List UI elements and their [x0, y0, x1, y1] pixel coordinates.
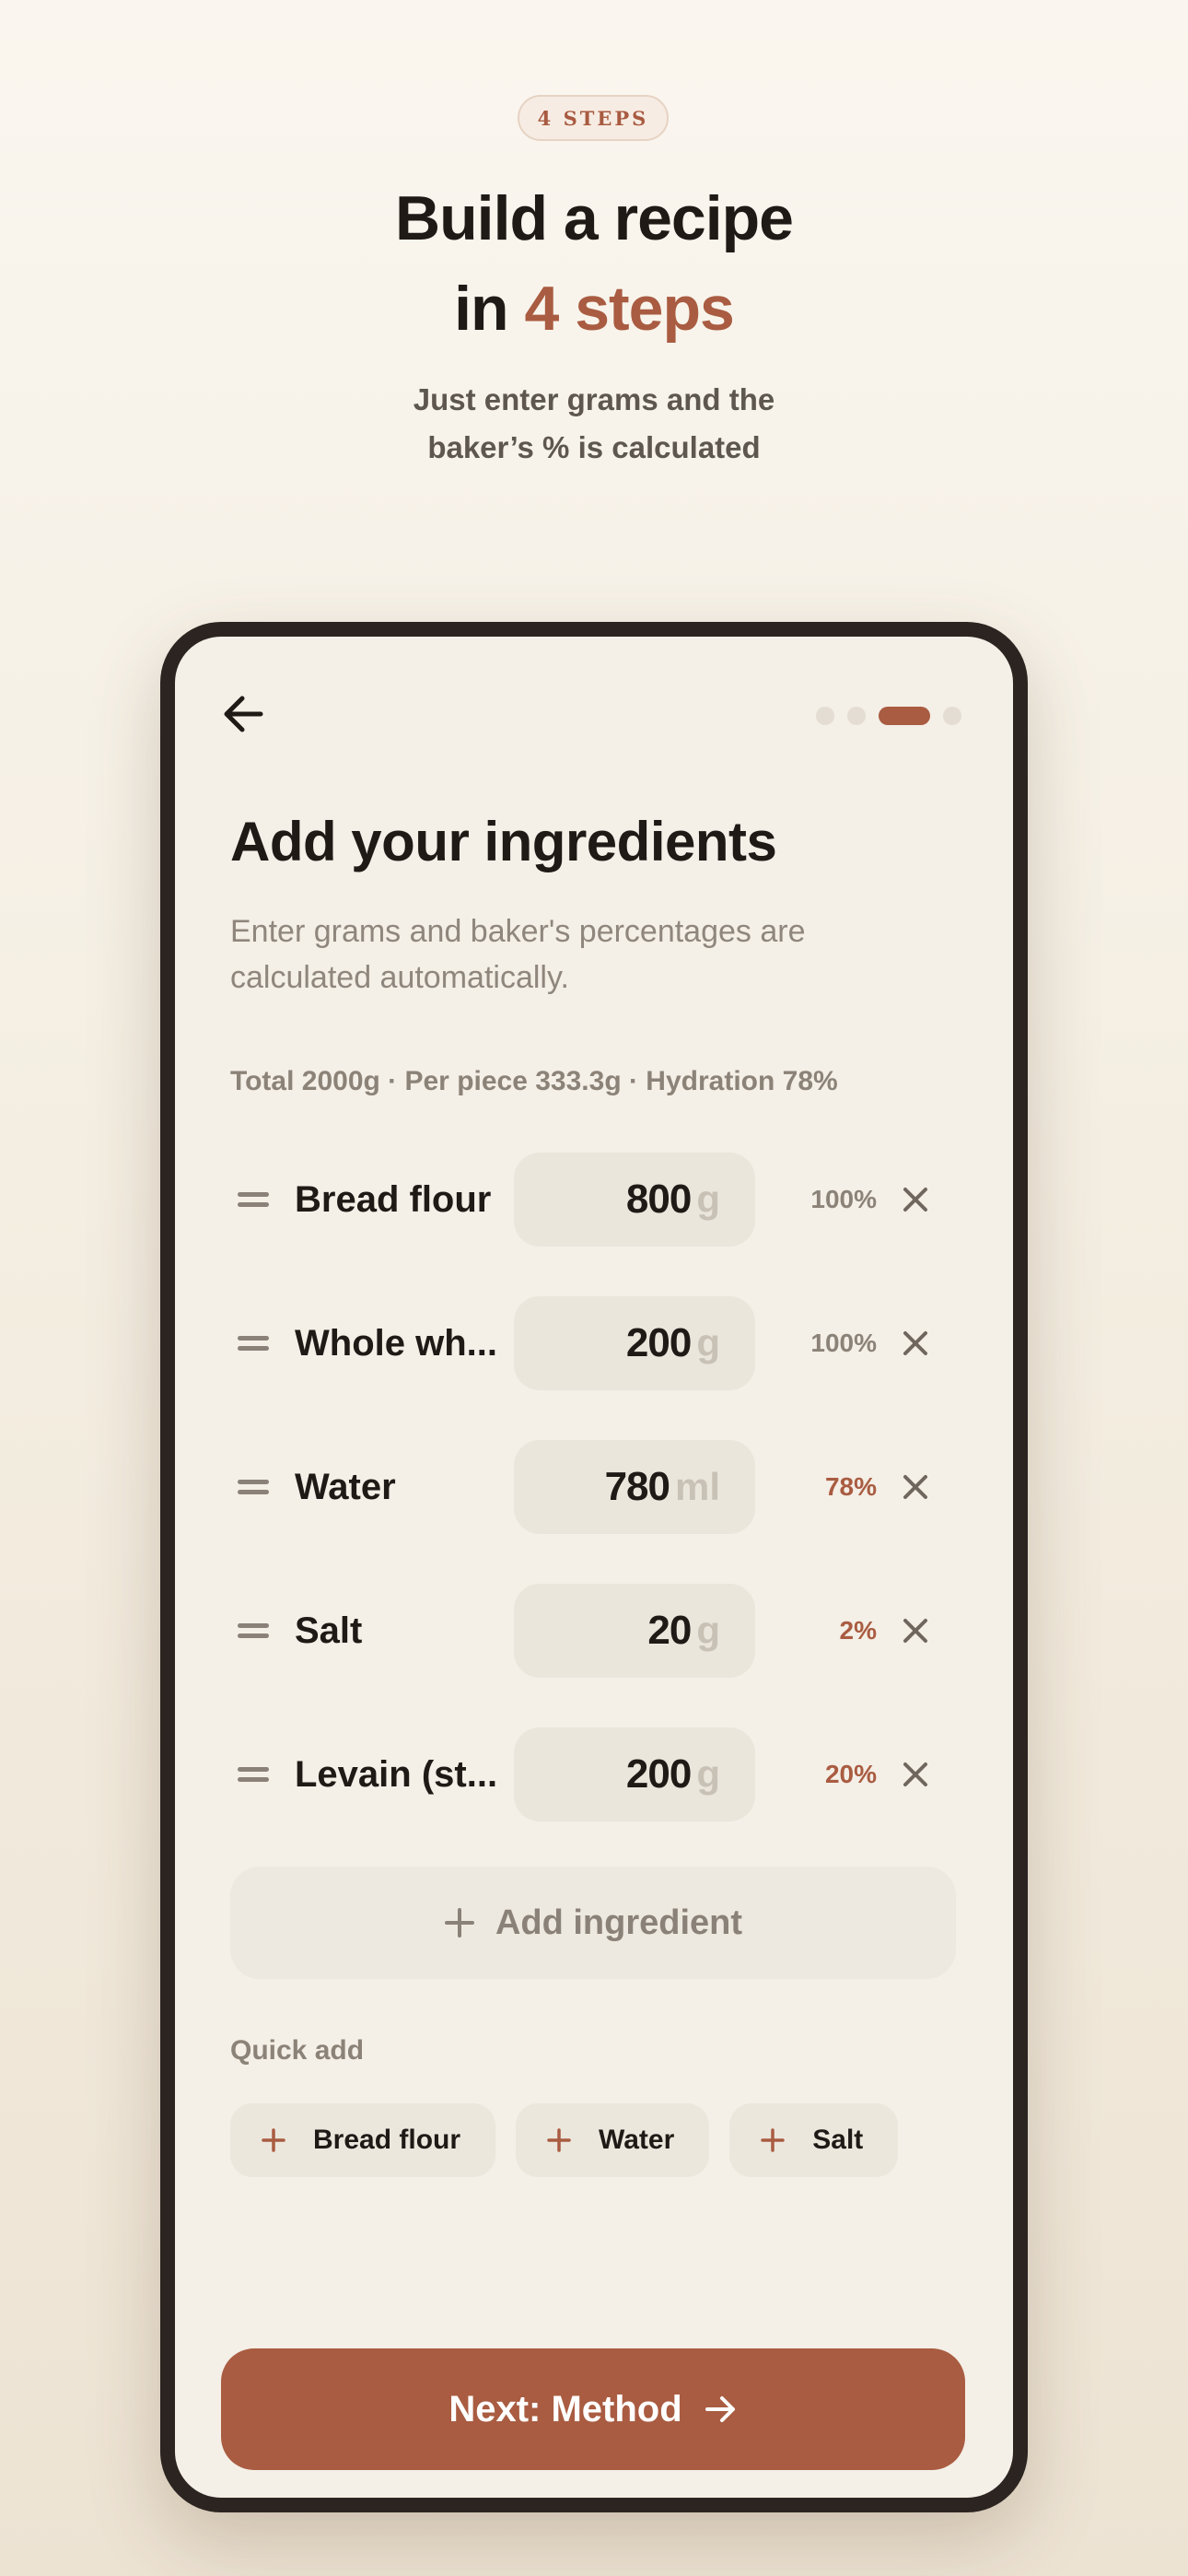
phone-frame: Add your ingredients Enter grams and bak…	[160, 622, 1028, 2512]
drag-handle-icon[interactable]	[238, 1765, 269, 1784]
ingredient-percentage: 78%	[824, 1472, 877, 1501]
ingredient-row: Water 780 ml 78%	[175, 1440, 1013, 1534]
hero-title-line2: in 4 steps	[0, 263, 1188, 354]
ingredient-percentage: 100%	[810, 1329, 877, 1357]
quick-add-chip[interactable]: Water	[516, 2103, 710, 2177]
ingredient-amount-unit: g	[696, 1609, 720, 1652]
plus-icon	[444, 1908, 474, 1938]
quick-add-label: Quick add	[230, 2035, 365, 2066]
arrow-right-icon	[705, 2396, 735, 2422]
ingredient-name[interactable]: Whole wh...	[295, 1296, 507, 1390]
quick-add-chip[interactable]: Salt	[729, 2103, 899, 2177]
remove-ingredient-button[interactable]	[897, 1325, 934, 1362]
hero-title-line1: Build a recipe	[395, 183, 794, 253]
next-method-button[interactable]: Next: Method	[221, 2348, 965, 2470]
remove-ingredient-button[interactable]	[897, 1181, 934, 1218]
close-icon	[903, 1188, 927, 1212]
hero-subtitle-line1: Just enter grams and the	[413, 382, 775, 416]
close-icon	[903, 1331, 927, 1355]
plus-icon	[761, 2128, 786, 2152]
next-button-label: Next: Method	[448, 2388, 682, 2430]
ingredient-amount-value: 20	[647, 1608, 692, 1653]
quick-add-chip[interactable]: Bread flour	[230, 2103, 496, 2177]
remove-ingredient-button[interactable]	[897, 1756, 934, 1793]
ingredient-amount-input[interactable]: 780 ml	[514, 1440, 755, 1534]
ingredient-amount-unit: ml	[674, 1465, 720, 1508]
ingredient-amount-value: 200	[625, 1320, 692, 1365]
quick-add-chips: Bread flour Water Salt	[230, 2103, 899, 2177]
ingredient-name[interactable]: Water	[295, 1440, 507, 1534]
add-ingredient-label: Add ingredient	[495, 1903, 743, 1942]
ingredient-amount-value: 200	[625, 1751, 692, 1797]
recipe-summary: Total 2000g · Per piece 333.3g · Hydrati…	[230, 1066, 838, 1096]
ingredient-amount-unit: g	[696, 1752, 720, 1796]
ingredient-name[interactable]: Bread flour	[295, 1153, 507, 1247]
remove-ingredient-button[interactable]	[897, 1612, 934, 1649]
progress-dot-4	[943, 707, 961, 725]
progress-dot-2	[847, 707, 866, 725]
quick-add-chip-label: Water	[599, 2125, 675, 2155]
progress-dot-3	[879, 707, 930, 725]
ingredient-amount-unit: g	[696, 1321, 720, 1364]
ingredient-amount-input[interactable]: 200 g	[514, 1296, 755, 1390]
back-button[interactable]	[215, 686, 271, 742]
quick-add-chip-label: Bread flour	[313, 2125, 461, 2155]
progress-dot-1	[816, 707, 834, 725]
hero-title-prefix: in	[454, 274, 525, 344]
ingredient-row: Levain (st... 200 g 20%	[175, 1727, 1013, 1821]
ingredient-row: Salt 20 g 2%	[175, 1584, 1013, 1678]
ingredient-row: Whole wh... 200 g 100%	[175, 1296, 1013, 1390]
ingredient-amount-value: 800	[625, 1177, 692, 1222]
app-screen: Add your ingredients Enter grams and bak…	[175, 637, 1013, 2498]
ingredient-amount-input[interactable]: 200 g	[514, 1727, 755, 1821]
hero-title: Build a recipe in 4 steps	[0, 173, 1188, 354]
ingredient-amount-input[interactable]: 800 g	[514, 1153, 755, 1247]
ingredient-amount-input[interactable]: 20 g	[514, 1584, 755, 1678]
screen-title: Add your ingredients	[230, 811, 777, 872]
ingredient-row: Bread flour 800 g 100%	[175, 1153, 1013, 1247]
drag-handle-icon[interactable]	[238, 1478, 269, 1496]
steps-badge: 4 STEPS	[518, 95, 669, 141]
ingredient-amount-value: 780	[604, 1464, 670, 1509]
ingredient-name[interactable]: Salt	[295, 1584, 507, 1678]
drag-handle-icon[interactable]	[238, 1622, 269, 1640]
ingredient-percentage: 100%	[810, 1185, 877, 1213]
screen-subtitle: Enter grams and baker's percentages are …	[230, 914, 806, 995]
add-ingredient-button[interactable]: Add ingredient	[230, 1867, 956, 1979]
ingredient-percentage: 2%	[839, 1616, 877, 1645]
close-icon	[903, 1475, 927, 1499]
hero-subtitle-line2: baker’s % is calculated	[427, 430, 761, 464]
ingredient-amount-unit: g	[696, 1177, 720, 1221]
plus-icon	[547, 2128, 571, 2152]
ingredient-name[interactable]: Levain (st...	[295, 1727, 507, 1821]
ingredient-percentage: 20%	[824, 1760, 877, 1788]
plus-icon	[262, 2128, 285, 2152]
drag-handle-icon[interactable]	[238, 1190, 269, 1209]
hero-title-accent: 4 steps	[524, 274, 734, 344]
remove-ingredient-button[interactable]	[897, 1469, 934, 1505]
step-progress-dots	[816, 707, 961, 725]
drag-handle-icon[interactable]	[238, 1334, 269, 1352]
arrow-left-icon	[224, 696, 263, 732]
close-icon	[903, 1762, 927, 1786]
quick-add-chip-label: Salt	[812, 2125, 864, 2155]
hero-subtitle: Just enter grams and the baker’s % is ca…	[0, 376, 1188, 472]
close-icon	[903, 1619, 927, 1643]
